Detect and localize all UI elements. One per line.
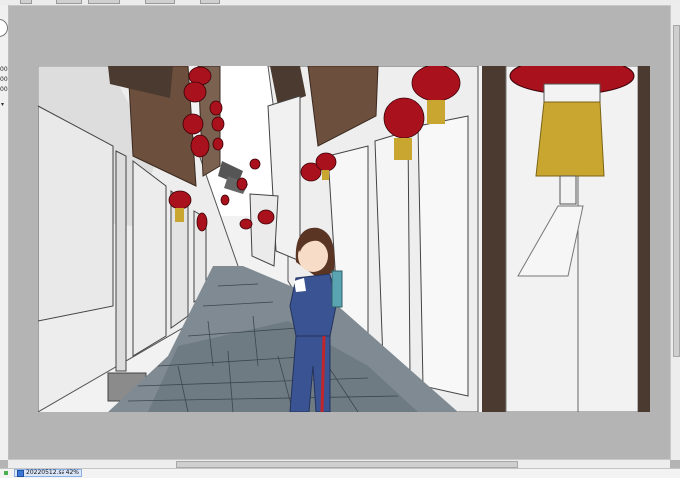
document-tab[interactable]: 20220512.sai2 42% — [14, 469, 82, 477]
panel-number: 00 — [0, 86, 8, 93]
horizontal-scrollbar[interactable] — [8, 459, 670, 468]
brush-size-ring-icon[interactable] — [0, 19, 8, 37]
status-indicator-icon — [4, 471, 8, 475]
left-tool-panel: 00 00 00 ▾ — [0, 5, 9, 460]
toolbar-tab[interactable] — [88, 0, 120, 4]
drawing-canvas[interactable] — [37, 57, 650, 413]
panel-number: 00 — [0, 76, 8, 83]
top-toolbar-strip — [0, 0, 680, 6]
vertical-scrollbar[interactable] — [670, 5, 680, 460]
zoom-level: 42% — [65, 469, 79, 476]
horizontal-scroll-thumb[interactable] — [176, 461, 518, 468]
panel-number: 00 — [0, 66, 8, 73]
toolbar-tab[interactable] — [56, 0, 82, 4]
chevron-down-icon[interactable]: ▾ — [1, 101, 4, 108]
toolbar-tab[interactable] — [145, 0, 175, 4]
toolbar-tab[interactable] — [200, 0, 220, 4]
document-icon — [17, 469, 24, 477]
document-file-name: 20220512.sai2 — [26, 469, 64, 476]
toolbar-tab[interactable] — [20, 0, 32, 4]
vertical-scroll-thumb[interactable] — [673, 25, 680, 357]
artwork-illustration — [37, 57, 650, 413]
